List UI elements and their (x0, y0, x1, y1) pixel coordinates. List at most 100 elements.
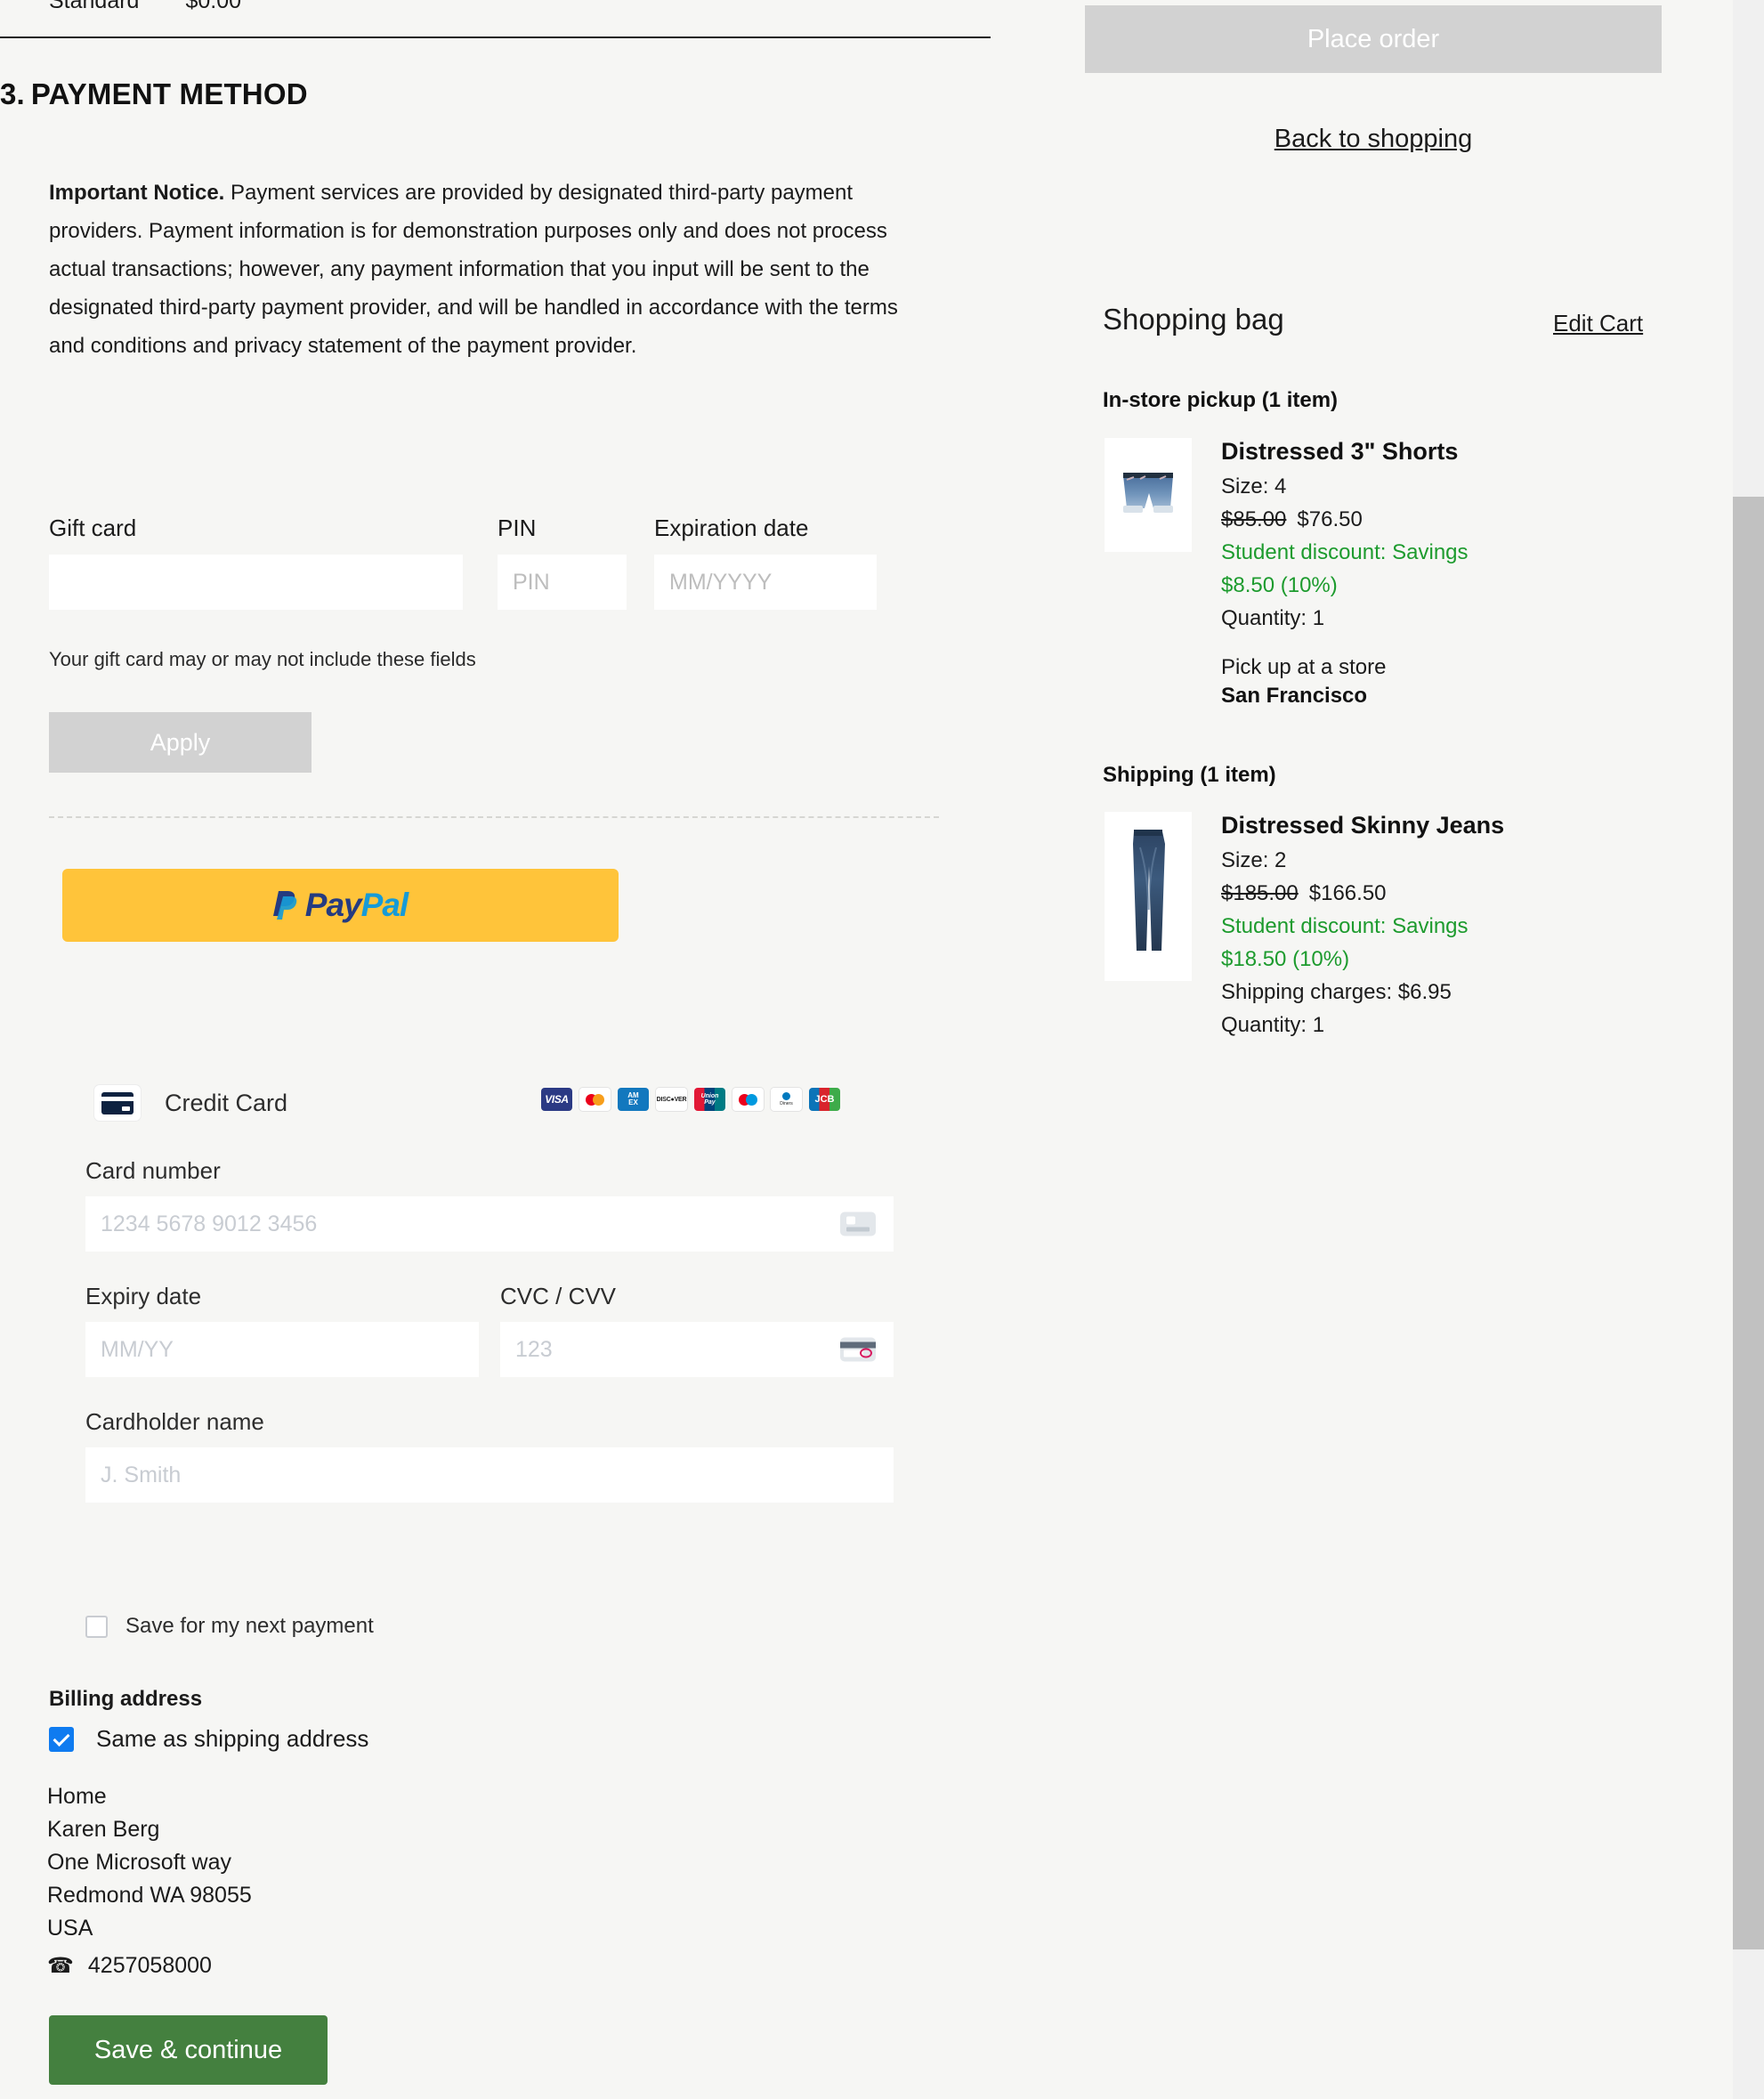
card-brand-placeholder-icon (840, 1212, 876, 1236)
product-thumbnail-jeans (1105, 812, 1192, 981)
cart-item-shipping-charges: Shipping charges: $6.95 (1221, 980, 1452, 1004)
cvc-hint-icon (840, 1337, 876, 1362)
gift-card-input[interactable] (49, 555, 463, 610)
cart-item-name: Distressed Skinny Jeans (1221, 812, 1505, 839)
paypal-button[interactable]: Pay Pal (62, 869, 619, 942)
cvc-field: CVC / CVV (500, 1283, 894, 1377)
product-thumbnail-shorts (1105, 438, 1192, 552)
gift-card-field: Gift card (49, 515, 463, 610)
page-title: 3. PAYMENT METHOD (0, 77, 308, 111)
expiry-date-label: Expiry date (85, 1283, 202, 1309)
same-as-shipping-checkbox[interactable] (49, 1726, 74, 1752)
billing-address-title: Billing address (49, 1687, 203, 1711)
cardholder-name-label: Cardholder name (85, 1408, 264, 1435)
important-notice: Important Notice. Payment services are p… (49, 174, 939, 365)
notice-body: Payment services are provided by designa… (49, 181, 898, 358)
address-street: One Microsoft way (47, 1850, 232, 1875)
cvc-label: CVC / CVV (500, 1283, 617, 1309)
edit-cart-link[interactable]: Edit Cart (1553, 310, 1643, 337)
page-right-margin (1672, 0, 1733, 2099)
cart-item-price-row: $185.00 $166.50 (1221, 877, 1524, 910)
cart-item-quantity: Quantity: 1 (1221, 1013, 1325, 1037)
cart-item: Distressed Skinny Jeans Size: 2 $185.00 $… (1105, 812, 1524, 1041)
credit-card-option[interactable]: Credit Card (94, 1085, 287, 1121)
apply-gift-card-button[interactable]: Apply (49, 712, 312, 773)
address-name: Karen Berg (47, 1817, 160, 1842)
section-divider (0, 36, 991, 38)
shipping-option-label: Standard (49, 0, 140, 13)
payment-divider (49, 816, 939, 818)
gift-card-pin-input[interactable] (498, 555, 627, 610)
same-as-shipping-row[interactable]: Same as shipping address (49, 1725, 368, 1753)
back-to-shopping-link[interactable]: Back to shopping (1085, 125, 1662, 154)
save-payment-checkbox-row[interactable]: Save for my next payment (85, 1614, 374, 1639)
shipping-option-partial-row: Standard $0.00 (49, 0, 241, 14)
cart-item-original-price: $185.00 (1221, 881, 1299, 905)
cart-item-size: Size: 4 (1221, 474, 1287, 498)
cardholder-name-input[interactable] (85, 1447, 894, 1503)
save-and-continue-button[interactable]: Save & continue (49, 2015, 328, 2085)
gift-card-hint: Your gift card may or may not include th… (49, 648, 476, 670)
card-number-input[interactable] (85, 1196, 894, 1252)
group-heading-shipping: Shipping (1 item) (1103, 763, 1276, 787)
gift-card-pin-label: PIN (498, 515, 537, 541)
cart-item-discount: Student discount: Savings $18.50 (10%) (1221, 914, 1469, 971)
gift-card-expiration-field: Expiration date (654, 515, 877, 610)
vertical-scrollbar-thumb[interactable] (1733, 497, 1764, 1949)
expiry-date-field: Expiry date (85, 1283, 479, 1377)
credit-card-form: Card number Expiry date CVC / (85, 1157, 894, 1503)
paypal-wordmark-pay: Pay (304, 887, 362, 923)
card-number-field: Card number (85, 1157, 894, 1252)
mastercard-icon (579, 1088, 611, 1111)
gift-card-expiration-input[interactable] (654, 555, 877, 610)
phone-icon: ☎ (47, 1954, 74, 1978)
cart-item-size: Size: 2 (1221, 848, 1287, 872)
billing-address-block: Home Karen Berg One Microsoft way Redmon… (47, 1780, 252, 1982)
cart-item-price-row: $85.00 $76.50 (1221, 503, 1524, 536)
gift-card-label: Gift card (49, 515, 137, 541)
cvc-input[interactable] (500, 1322, 894, 1377)
gift-card-expiration-label: Expiration date (654, 515, 809, 541)
credit-card-option-label: Credit Card (165, 1089, 288, 1116)
address-nickname: Home (47, 1784, 107, 1809)
maestro-icon (732, 1088, 764, 1111)
cart-item-sale-price: $76.50 (1297, 507, 1363, 531)
jcb-icon: JCB (809, 1088, 840, 1111)
diners-club-icon: Diners (771, 1088, 802, 1111)
cart-item: Distressed 3" Shorts Size: 4 $85.00 $76.5… (1105, 438, 1524, 709)
address-phone: 4257058000 (87, 1953, 212, 1978)
cart-item-original-price: $85.00 (1221, 507, 1287, 531)
credit-card-icon (94, 1085, 141, 1121)
cart-item-fulfillment: Pick up at a store (1221, 655, 1387, 679)
same-as-shipping-label: Same as shipping address (96, 1725, 369, 1752)
address-city-state-zip: Redmond WA 98055 (47, 1883, 252, 1908)
checkout-page: Standard $0.00 3. PAYMENT METHOD Important… (0, 0, 1764, 2099)
cart-item-store: San Francisco (1221, 684, 1368, 708)
accepted-card-brands: VISA AM EX DISC●VER Union Pay Diners JCB (541, 1088, 840, 1111)
shopping-bag-title: Shopping bag (1103, 303, 1284, 336)
group-heading-pickup: In-store pickup (1 item) (1103, 388, 1339, 412)
section-heading-text: PAYMENT METHOD (30, 77, 308, 110)
cart-item-name: Distressed 3" Shorts (1221, 438, 1459, 465)
notice-bold-lead: Important Notice. (49, 181, 225, 205)
gift-card-pin-field: PIN (498, 515, 627, 610)
save-payment-checkbox[interactable] (85, 1615, 108, 1638)
expiry-date-input[interactable] (85, 1322, 479, 1377)
section-number: 3. (0, 77, 25, 110)
gift-card-group: Gift card PIN Expiration date (49, 515, 877, 610)
discover-icon: DISC●VER (656, 1088, 687, 1111)
cart-item-quantity: Quantity: 1 (1221, 606, 1325, 630)
paypal-wordmark-pal: Pal (360, 887, 409, 923)
save-payment-label: Save for my next payment (125, 1614, 374, 1638)
cart-item-sale-price: $166.50 (1308, 881, 1387, 905)
address-country: USA (47, 1916, 93, 1941)
cardholder-name-field: Cardholder name (85, 1408, 894, 1503)
paypal-logo-icon (272, 889, 300, 921)
visa-icon: VISA (541, 1088, 572, 1111)
place-order-button[interactable]: Place order (1085, 5, 1662, 73)
unionpay-icon: Union Pay (694, 1088, 725, 1111)
amex-icon: AM EX (618, 1088, 649, 1111)
shipping-option-price: $0.00 (185, 0, 242, 13)
cart-item-discount: Student discount: Savings $8.50 (10%) (1221, 540, 1469, 597)
card-number-label: Card number (85, 1157, 221, 1184)
